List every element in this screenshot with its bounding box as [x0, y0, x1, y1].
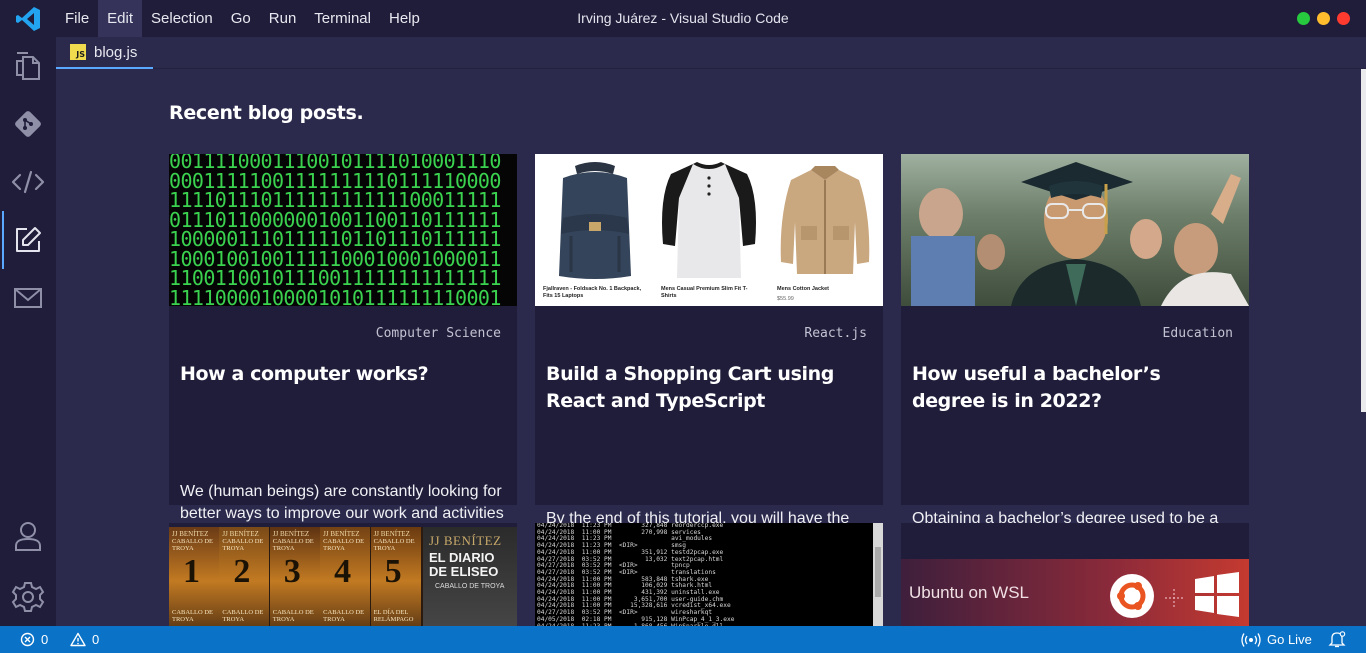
product-price-3: $55.99 — [777, 296, 794, 302]
featured-book-title: EL DIARIO DE ELISEO — [429, 550, 499, 579]
featured-book-series: CABALLO DE TROYA — [435, 583, 505, 590]
book-number: 2 — [233, 553, 251, 590]
connector-icon — [1165, 589, 1183, 607]
status-bar: 0 0 Go Live — [0, 626, 1366, 653]
binary-row: 11110000100001010111111110001 — [169, 285, 501, 306]
product-name-3: Mens Cotton Jacket — [777, 286, 829, 292]
blog-card-books[interactable]: JJ BENÍTEZ CABALLO DE TROYA 1 CABALLO DE TR… — [169, 523, 517, 626]
files-icon[interactable] — [0, 37, 56, 95]
book-author: JJ BENÍTEZ — [373, 530, 410, 538]
menu-go[interactable]: Go — [222, 0, 260, 37]
book-bottom-label: CABALLO DE TROYA — [222, 609, 264, 623]
book-author: JJ BENÍTEZ — [272, 530, 310, 538]
product-name-2: Mens Casual Premium Slim Fit T-Shirts — [661, 286, 748, 299]
graduate-photo — [901, 154, 1249, 306]
book-number: 1 — [183, 553, 200, 590]
tab-bar: JS blog.js — [56, 37, 1366, 69]
card-category: React.js — [804, 326, 867, 341]
page-heading: Recent blog posts. — [169, 102, 364, 124]
book-bottom-label: EL DÍA DEL RELÁMPAGO — [373, 609, 414, 623]
js-file-icon: JS — [70, 44, 86, 60]
git-icon[interactable] — [0, 95, 56, 153]
card-title[interactable]: How a computer works? — [180, 361, 506, 388]
go-live-button[interactable]: Go Live — [1241, 632, 1312, 648]
card-category: Computer Science — [375, 326, 501, 341]
ubuntu-wsl-image: Ubuntu on WSL — [901, 559, 1249, 626]
book-series: CABALLO DE TROYA — [323, 538, 365, 552]
broadcast-icon — [1241, 632, 1261, 647]
mail-icon[interactable] — [0, 269, 56, 327]
book-author: JJ BENÍTEZ — [172, 530, 209, 538]
blog-card-ubuntu[interactable]: Ubuntu on WSL — [901, 523, 1249, 626]
featured-book-cover: JJ BENÍTEZ EL DIARIO DE ELISEO CABALLO D… — [423, 527, 517, 626]
menu-run[interactable]: Run — [260, 0, 306, 37]
book-number: 5 — [384, 553, 402, 590]
book-cover: JJ BENÍTEZ CABALLO DE TROYA 2 CABALLO DE TR… — [219, 527, 270, 626]
tab-label: blog.js — [94, 43, 138, 61]
menu-bar: File Edit Selection Go Run Terminal Help — [56, 0, 429, 37]
menu-selection[interactable]: Selection — [142, 0, 222, 37]
book-series: CABALLO DE TROYA — [222, 538, 264, 552]
terminal-scrollbar — [873, 523, 883, 626]
vscode-logo-icon — [0, 0, 56, 37]
scrollbar-thumb[interactable] — [1361, 69, 1366, 412]
book-cover: JJ BENÍTEZ CABALLO DE TROYA 5 EL DÍA DEL RE… — [370, 527, 421, 626]
editor-area[interactable]: Recent blog posts. 001111000111001011110… — [56, 69, 1366, 626]
error-count: 0 — [41, 632, 49, 647]
title-bar: File Edit Selection Go Run Terminal Help… — [0, 0, 1366, 37]
warning-count: 0 — [92, 632, 100, 647]
gear-icon[interactable] — [0, 568, 56, 626]
book-number: 4 — [334, 553, 352, 590]
book-cover: JJ BENÍTEZ CABALLO DE TROYA 3 CABALLO DE TR… — [269, 527, 320, 626]
blog-card-education[interactable]: Education How useful a bachelor’s degree… — [901, 154, 1249, 571]
notifications-button[interactable] — [1328, 631, 1346, 648]
error-icon — [20, 632, 35, 647]
book-series: CABALLO DE TROYA — [272, 538, 314, 552]
book-bottom-label: CABALLO DE TROYA — [172, 609, 213, 623]
menu-help[interactable]: Help — [380, 0, 429, 37]
warnings-indicator[interactable]: 0 — [70, 632, 99, 647]
terminal-listing-image: 04/24/2018 11:23 PM 327,848 reorderccp.e… — [535, 523, 873, 626]
menu-file[interactable]: File — [56, 0, 98, 37]
book-series: CABALLO DE TROYA — [373, 538, 415, 552]
code-icon[interactable] — [0, 153, 56, 211]
book-author: JJ BENÍTEZ — [222, 530, 259, 538]
bell-icon — [1328, 631, 1346, 648]
book-series: CABALLO DE TROYA — [172, 538, 213, 552]
minimize-button[interactable] — [1317, 12, 1330, 25]
products-image: Fjallraven - Foldsack No. 1 Backpack, Fi… — [535, 154, 883, 306]
window-controls — [1297, 12, 1350, 25]
maximize-button[interactable] — [1297, 12, 1310, 25]
warning-icon — [70, 632, 86, 647]
book-covers-image: JJ BENÍTEZ CABALLO DE TROYA 1 CABALLO DE TR… — [169, 527, 517, 626]
blog-card-terminal[interactable]: 04/24/2018 11:23 PM 327,848 reorderccp.e… — [535, 523, 883, 626]
book-number: 3 — [283, 553, 301, 590]
tab-blog-js[interactable]: JS blog.js — [56, 37, 153, 69]
account-icon[interactable] — [0, 507, 56, 565]
windows-logo-icon — [1195, 572, 1239, 617]
card-title[interactable]: Build a Shopping Cart using React and Ty… — [546, 361, 872, 415]
featured-book-author: JJ BENÍTEZ — [429, 533, 502, 548]
go-live-label: Go Live — [1267, 632, 1312, 647]
card-title[interactable]: How useful a bachelor’s degree is in 202… — [912, 361, 1238, 415]
close-button[interactable] — [1337, 12, 1350, 25]
activity-bar — [0, 37, 56, 626]
book-bottom-label: CABALLO DE TROYA — [272, 609, 314, 623]
banner-text: Ubuntu on WSL — [909, 583, 1030, 602]
binary-code-image: 00111100011100101111010001110 00011111001… — [169, 154, 517, 306]
ubuntu-logo-icon — [1110, 574, 1154, 618]
product-name-1: Fjallraven - Foldsack No. 1 Backpack, Fi… — [543, 286, 642, 299]
errors-indicator[interactable]: 0 — [20, 632, 48, 647]
book-cover: JJ BENÍTEZ CABALLO DE TROYA 1 CABALLO DE TR… — [169, 527, 219, 626]
book-bottom-label: CABALLO DE TROYA — [323, 609, 365, 623]
card-category: Education — [1162, 326, 1233, 341]
book-cover: JJ BENÍTEZ CABALLO DE TROYA 4 CABALLO DE TR… — [320, 527, 371, 626]
book-author: JJ BENÍTEZ — [323, 530, 360, 538]
menu-terminal[interactable]: Terminal — [305, 0, 380, 37]
menu-edit[interactable]: Edit — [98, 0, 143, 37]
blog-card-react[interactable]: Fjallraven - Foldsack No. 1 Backpack, Fi… — [535, 154, 883, 571]
edit-icon[interactable] — [0, 211, 56, 269]
blog-card-computer[interactable]: 00111100011100101111010001110 00011111001… — [169, 154, 517, 544]
